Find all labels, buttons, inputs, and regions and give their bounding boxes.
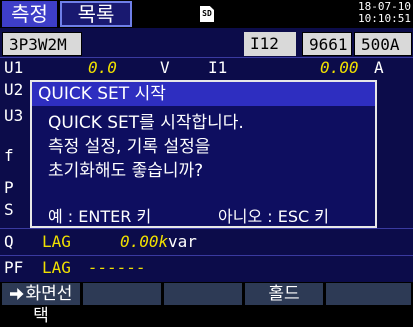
info-row: 3P3W2M I12 9661 500A xyxy=(0,30,413,56)
wiring-mode[interactable]: 3P3W2M xyxy=(2,32,82,56)
hold-button[interactable]: 홀드 xyxy=(245,283,323,305)
top-bar: 측정 목록 SD 18-07-10 10:10:51 xyxy=(0,0,413,28)
label-q: Q xyxy=(4,232,14,251)
dialog-message-line: 초기화해도 좋습니까? xyxy=(48,161,204,181)
label-pf: PF xyxy=(4,258,24,277)
function-key-5[interactable] xyxy=(326,283,411,305)
channel-selector[interactable]: I12 xyxy=(244,32,296,56)
function-key-bar: 화면선택 홀드 xyxy=(0,282,413,326)
q-lag-indicator: LAG xyxy=(42,232,71,251)
u1-value: 0.0 xyxy=(88,58,117,77)
screen-select-button[interactable]: 화면선택 xyxy=(2,283,80,326)
screen-select-arrow-icon xyxy=(9,288,24,300)
time-text: 10:10:51 xyxy=(358,12,411,25)
current-range[interactable]: 500A xyxy=(354,32,412,56)
divider xyxy=(0,255,413,256)
divider xyxy=(0,57,413,58)
screen-select-label: 화면선택 xyxy=(25,284,73,326)
row-q: Q LAG 0.00k var xyxy=(0,232,413,254)
row-u1: U1 0.0 V I1 0.00 A xyxy=(0,58,413,78)
tab-measure[interactable]: 측정 xyxy=(2,1,57,27)
dialog-message-line: 측정 설정, 기록 설정을 xyxy=(48,137,211,157)
u1-unit: V xyxy=(160,58,170,77)
pf-lag-indicator: LAG xyxy=(42,258,71,277)
cancel-esc-option[interactable]: 아니오 : ESC 키 xyxy=(218,203,329,227)
function-key-3[interactable] xyxy=(164,283,242,305)
label-u1: U1 xyxy=(4,58,24,77)
i1-unit: A xyxy=(374,58,384,77)
label-i1: I1 xyxy=(208,58,228,77)
confirm-enter-option[interactable]: 예 : ENTER 키 xyxy=(48,203,151,227)
instrument-screen: 측정 목록 SD 18-07-10 10:10:51 3P3W2M I12 96… xyxy=(0,0,413,326)
tab-list[interactable]: 목록 xyxy=(60,1,132,27)
row-pf: PF LAG ------ xyxy=(0,258,413,280)
label-u3: U3 xyxy=(4,106,24,125)
dialog-message-line: QUICK SET를 시작합니다. xyxy=(48,113,244,133)
function-key-2[interactable] xyxy=(83,283,161,305)
label-s: S xyxy=(4,200,14,219)
q-unit: var xyxy=(168,232,197,251)
label-u2: U2 xyxy=(4,80,24,99)
pf-value: ------ xyxy=(88,258,146,277)
i1-value: 0.00 xyxy=(320,58,359,77)
label-p: P xyxy=(4,178,14,197)
label-f: f xyxy=(4,146,14,165)
divider xyxy=(0,228,413,229)
q-value: 0.00k xyxy=(120,232,169,251)
dialog-title: QUICK SET 시작 xyxy=(32,82,375,106)
quick-set-dialog: QUICK SET 시작 QUICK SET를 시작합니다. 측정 설정, 기록… xyxy=(30,80,377,228)
datetime: 18-07-10 10:10:51 xyxy=(358,1,411,25)
clamp-sensor[interactable]: 9661 xyxy=(302,32,352,56)
sd-card-icon: SD xyxy=(200,6,214,22)
